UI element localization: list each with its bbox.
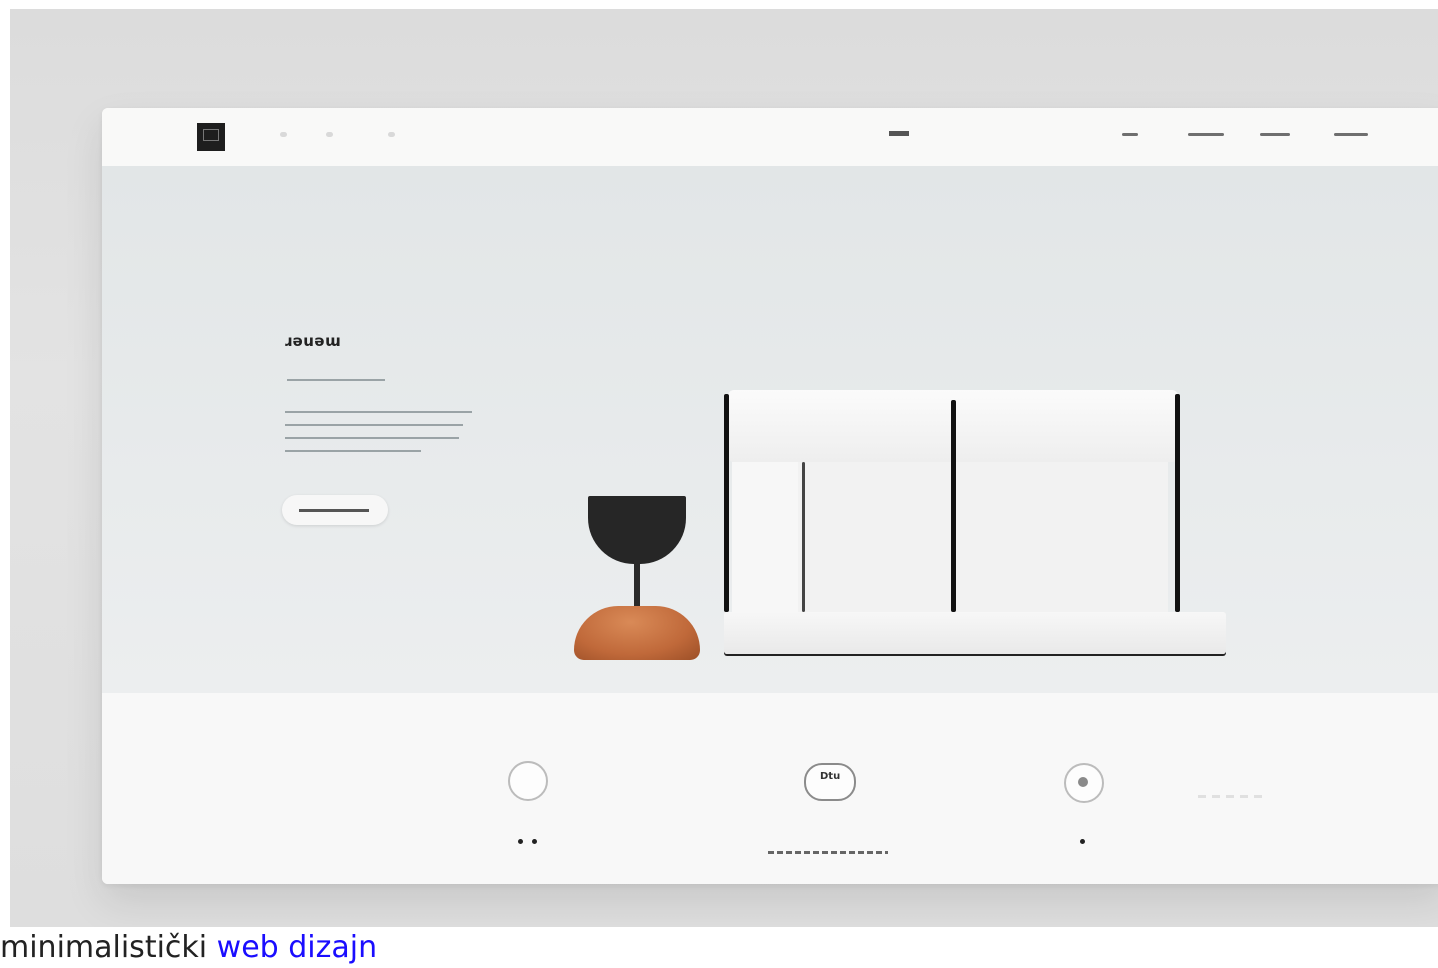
feature-dot (518, 839, 523, 844)
hero-text-line (285, 450, 421, 452)
cabinet-post (951, 400, 956, 612)
cabinet-side (732, 462, 798, 612)
product-white-cabinet (714, 386, 1226, 666)
vase-cup (588, 496, 686, 564)
nav-dot[interactable] (326, 132, 333, 137)
feature-caption (768, 851, 888, 854)
vase-base (574, 606, 700, 660)
hero-text-line (285, 411, 472, 413)
caption-text: minimalistički (0, 930, 208, 965)
nav-brand-mark[interactable] (889, 131, 909, 136)
nav-link[interactable] (1122, 133, 1138, 136)
image-caption: minimalistički web dizajn (0, 928, 377, 968)
features-section: Dtu (102, 693, 1438, 884)
product-goblet-vase (572, 496, 712, 696)
badge-label: Dtu (820, 771, 841, 782)
top-navbar (102, 108, 1438, 166)
nav-link[interactable] (1334, 133, 1368, 136)
hero-title: ɹǝuǝɯ (284, 332, 342, 350)
cabinet-opening (798, 462, 1168, 612)
mockup-photo: ɹǝuǝɯ Dtu (10, 9, 1438, 927)
website-mockup: ɹǝuǝɯ Dtu (102, 108, 1438, 884)
feature-dot (1080, 839, 1085, 844)
pin-icon[interactable] (1064, 763, 1104, 803)
nav-link[interactable] (1188, 133, 1224, 136)
feature-dot (532, 839, 537, 844)
nav-dot[interactable] (280, 132, 287, 137)
pin-dot (1078, 777, 1088, 787)
cabinet-post (802, 462, 805, 612)
hero-section: ɹǝuǝɯ (102, 166, 1438, 703)
hero-cta-button[interactable] (282, 495, 388, 525)
badge-icon[interactable]: Dtu (804, 763, 856, 801)
hero-text-line (285, 424, 463, 426)
cabinet-post (724, 394, 729, 612)
feature-faint-text (1198, 795, 1262, 798)
hexagon-icon[interactable] (508, 761, 548, 801)
nav-link[interactable] (1260, 133, 1290, 136)
cabinet-post (1175, 394, 1180, 612)
caption-link[interactable]: web dizajn (217, 930, 377, 965)
vase-stem (634, 560, 640, 610)
hero-text-line (285, 437, 459, 439)
nav-dot[interactable] (388, 132, 395, 137)
hero-divider (287, 379, 385, 381)
logo-icon[interactable] (197, 123, 225, 151)
cabinet-base (724, 612, 1226, 654)
